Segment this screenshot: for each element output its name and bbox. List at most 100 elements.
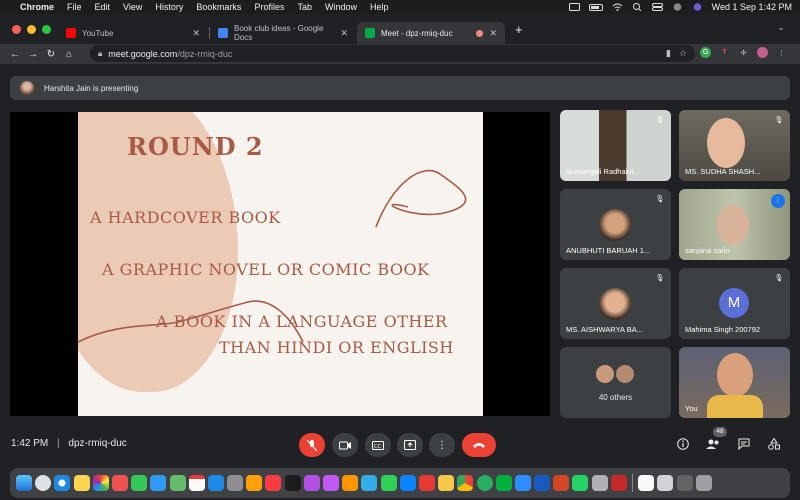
itunes-store-icon[interactable] bbox=[323, 475, 339, 491]
leave-call-button[interactable] bbox=[462, 433, 496, 457]
tp-dock-icon[interactable] bbox=[610, 475, 627, 491]
menu-file[interactable]: File bbox=[67, 2, 82, 12]
participant-tile[interactable]: 🎙︎ MS. SUDHA SHASH... bbox=[679, 110, 790, 181]
chrome-menu-icon[interactable]: ⋮ bbox=[776, 47, 787, 58]
camera-in-use-icon[interactable]: ▮ bbox=[666, 48, 671, 59]
control-center-icon[interactable] bbox=[651, 3, 663, 11]
camera-button[interactable] bbox=[332, 433, 358, 457]
profile-avatar-icon[interactable] bbox=[757, 47, 768, 58]
messages-icon[interactable] bbox=[131, 475, 148, 491]
participant-tile[interactable]: 🎙︎ ANUBHUTI BARUAH 1... bbox=[560, 189, 671, 260]
menu-profiles[interactable]: Profiles bbox=[254, 2, 284, 12]
system-preferences-icon[interactable] bbox=[227, 475, 244, 491]
recent-item-icon[interactable] bbox=[657, 475, 674, 491]
preview-document-icon[interactable] bbox=[638, 475, 655, 491]
captions-button[interactable]: CC bbox=[365, 433, 391, 457]
close-tab-icon[interactable]: ✕ bbox=[489, 28, 497, 39]
activities-button[interactable] bbox=[767, 437, 781, 452]
forward-arrow-icon[interactable]: → bbox=[24, 49, 42, 60]
tp-extension-icon[interactable]: T bbox=[719, 47, 730, 58]
downloads-icon[interactable] bbox=[676, 475, 693, 491]
close-tab-icon[interactable]: ✕ bbox=[340, 28, 348, 39]
microphone-off-button[interactable] bbox=[299, 433, 325, 457]
mail-icon[interactable] bbox=[150, 475, 167, 491]
tab-meet[interactable]: Meet - dpz-rmiq-duc ✕ bbox=[357, 22, 505, 44]
trash-icon[interactable] bbox=[695, 475, 712, 491]
tab-search-chevron-icon[interactable]: ⌄ bbox=[774, 22, 788, 36]
menu-view[interactable]: View bbox=[123, 2, 142, 12]
menu-bookmarks[interactable]: Bookmarks bbox=[196, 2, 241, 12]
powerpoint-icon[interactable] bbox=[553, 475, 570, 491]
presentation-stage[interactable]: ROUND 2 A HARDCOVER BOOK A GRAPHIC NOVEL… bbox=[10, 112, 550, 416]
more-options-button[interactable]: ⋮ bbox=[429, 433, 455, 457]
extensions-puzzle-icon[interactable]: ✣ bbox=[738, 47, 749, 58]
close-window-button[interactable] bbox=[12, 25, 21, 34]
maps-icon[interactable] bbox=[169, 475, 186, 491]
participant-tile[interactable]: 🎙︎ Sumangali Radhakri... bbox=[560, 110, 671, 181]
finder-icon[interactable] bbox=[16, 475, 32, 491]
reload-icon[interactable]: ↻ bbox=[42, 49, 60, 60]
apple-tv-icon[interactable] bbox=[284, 475, 301, 491]
grammarly-extension-icon[interactable]: G bbox=[700, 47, 711, 58]
chrome-dock-icon[interactable] bbox=[457, 475, 474, 491]
books-icon[interactable] bbox=[342, 475, 359, 491]
battery-icon[interactable] bbox=[588, 3, 603, 11]
zoom-icon[interactable] bbox=[514, 475, 531, 491]
menu-history[interactable]: History bbox=[155, 2, 183, 12]
recording-indicator-icon bbox=[476, 29, 484, 37]
acrobat-icon[interactable] bbox=[418, 475, 435, 491]
music-icon[interactable] bbox=[265, 475, 282, 491]
screenshot-icon[interactable] bbox=[591, 475, 608, 491]
zoom-window-button[interactable] bbox=[42, 25, 51, 34]
self-tile[interactable]: You bbox=[679, 347, 790, 418]
contacts-icon[interactable] bbox=[111, 475, 128, 491]
reminders-icon[interactable] bbox=[246, 475, 263, 491]
pages-icon[interactable] bbox=[399, 475, 416, 491]
address-bar[interactable]: 🔒︎ meet.google.com/dpz-rmiq-duc ▮ ☆ bbox=[90, 45, 695, 62]
user-avatar-icon[interactable] bbox=[672, 3, 683, 11]
activities-shapes-icon bbox=[768, 437, 780, 450]
close-tab-icon[interactable]: ✕ bbox=[192, 28, 200, 39]
facetime-icon[interactable] bbox=[495, 475, 512, 491]
safari-icon[interactable] bbox=[54, 475, 71, 491]
back-arrow-icon[interactable]: ← bbox=[6, 49, 24, 60]
menu-app-name[interactable]: Chrome bbox=[20, 2, 54, 12]
chat-button[interactable] bbox=[737, 438, 751, 452]
show-everyone-button[interactable] bbox=[706, 438, 720, 452]
others-tile[interactable]: 40 others bbox=[560, 347, 671, 418]
menubar-clock[interactable]: Wed 1 Sep 1:42 PM bbox=[712, 2, 792, 12]
grammarly-dock-icon[interactable] bbox=[476, 475, 493, 491]
word-icon[interactable] bbox=[534, 475, 551, 491]
present-now-button[interactable] bbox=[397, 433, 423, 457]
launchpad-icon[interactable] bbox=[35, 475, 52, 491]
podcasts-icon[interactable] bbox=[303, 475, 320, 491]
spotlight-search-icon[interactable] bbox=[632, 3, 643, 12]
tab-youtube[interactable]: YouTube ✕ bbox=[58, 22, 208, 44]
home-icon[interactable]: ⌂ bbox=[60, 49, 78, 60]
keynote-icon[interactable] bbox=[361, 475, 378, 491]
photos-icon[interactable] bbox=[92, 475, 109, 491]
notes-icon[interactable] bbox=[73, 475, 90, 491]
siri-icon[interactable] bbox=[692, 3, 703, 11]
menu-edit[interactable]: Edit bbox=[95, 2, 111, 12]
participant-tile[interactable]: ⋮ sanjana sarin bbox=[679, 189, 790, 260]
screen-record-icon[interactable] bbox=[568, 3, 580, 11]
meeting-details-button[interactable] bbox=[676, 438, 690, 452]
bookmark-star-icon[interactable]: ☆ bbox=[679, 48, 687, 59]
app-store-icon[interactable] bbox=[207, 475, 224, 491]
vlc-icon[interactable] bbox=[438, 475, 455, 491]
tab-book-club-ideas[interactable]: Book club ideas - Google Docs ✕ bbox=[210, 22, 356, 44]
minimize-window-button[interactable] bbox=[27, 25, 36, 34]
participant-tile[interactable]: M 🎙︎ Mahima Singh 200792 bbox=[679, 268, 790, 339]
menu-help[interactable]: Help bbox=[370, 2, 389, 12]
menu-window[interactable]: Window bbox=[325, 2, 357, 12]
calendar-icon[interactable] bbox=[188, 475, 205, 491]
numbers-icon[interactable] bbox=[380, 475, 397, 491]
whatsapp-icon[interactable] bbox=[572, 475, 589, 491]
slide-option-2: A GRAPHIC NOVEL OR COMIC BOOK bbox=[102, 260, 430, 279]
new-tab-icon[interactable]: + bbox=[515, 22, 523, 37]
lock-icon[interactable]: 🔒︎ bbox=[98, 49, 102, 59]
menu-tab[interactable]: Tab bbox=[297, 2, 312, 12]
participant-tile[interactable]: 🎙︎ MS. AISHWARYA BA... bbox=[560, 268, 671, 339]
wifi-icon[interactable] bbox=[612, 3, 623, 11]
